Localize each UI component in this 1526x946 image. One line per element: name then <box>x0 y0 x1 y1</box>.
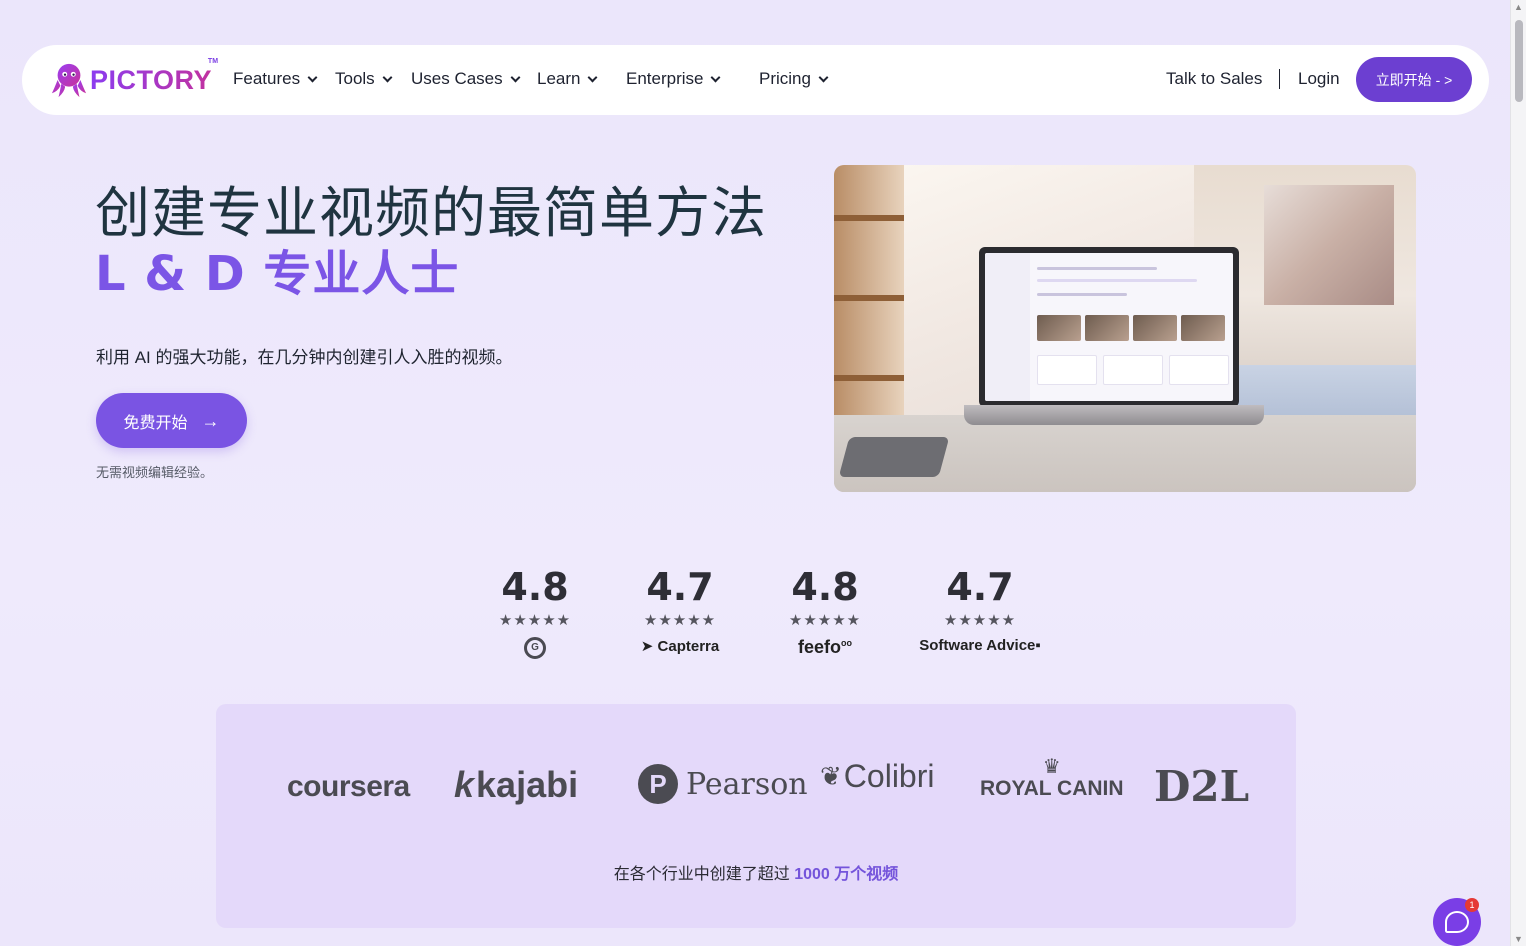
talk-to-sales-link[interactable]: Talk to Sales <box>1166 69 1262 89</box>
royal-canin-label: ROYAL CANIN <box>980 777 1124 800</box>
hero-subtitle: L & D 专业人士 <box>95 246 460 302</box>
page-scrollbar[interactable]: ▲ ▼ <box>1510 0 1526 946</box>
royal-canin-logo: ♛ ROYAL CANIN <box>980 754 1124 801</box>
logo-wordmark: PICTORY <box>90 64 213 95</box>
capterra-label: Capterra <box>657 638 720 655</box>
start-free-button[interactable]: 免费开始 → <box>96 393 247 448</box>
nav-tools[interactable]: Tools <box>335 69 393 89</box>
feefo-logo-icon: feefooo <box>797 637 852 657</box>
nav-tools-label: Tools <box>335 69 375 88</box>
colibri-logo: ❦ Colibri <box>820 758 934 795</box>
videos-created-caption: 在各个行业中创建了超过 1000 万个视频 <box>216 860 1296 884</box>
star-rating-icon: ★★★★★ <box>643 612 717 629</box>
pearson-p-icon: P <box>638 764 678 804</box>
rating-score: 4.8 <box>791 565 859 609</box>
scroll-down-icon[interactable]: ▼ <box>1514 934 1523 944</box>
chevron-down-icon <box>588 72 598 83</box>
nav-use-cases-label: Uses Cases <box>411 69 503 88</box>
nav-learn[interactable]: Learn <box>537 69 598 89</box>
coursera-logo: coursera <box>287 770 410 803</box>
star-rating-icon: ★★★★★ <box>498 612 572 629</box>
kajabi-label: kajabi <box>476 764 579 805</box>
chevron-down-icon <box>711 72 721 83</box>
pictory-logo[interactable]: PICTORY TM <box>50 58 218 100</box>
feefo-label: feefo <box>797 637 841 657</box>
customer-logos-panel: coursera k kajabi P Pearson ❦ Colibri ♛ … <box>216 704 1296 928</box>
software-advice-label: Software Advice <box>919 637 1036 654</box>
top-navigation: PICTORY TM Features Tools Uses Cases Lea… <box>22 45 1489 115</box>
nav-features[interactable]: Features <box>233 69 318 89</box>
rating-g2[interactable]: 4.8 ★★★★★ G <box>475 565 595 659</box>
crown-icon: ♛ <box>1042 756 1061 778</box>
rating-feefo[interactable]: 4.8 ★★★★★ feefooo <box>765 565 885 658</box>
nav-divider <box>1279 69 1280 89</box>
software-advice-logo-icon: Software Advice▪ <box>919 637 1041 654</box>
hero-laptop-image <box>834 165 1416 492</box>
hero-description: 利用 AI 的强大功能，在几分钟内创建引人入胜的视频。 <box>96 348 513 367</box>
colibri-label: Colibri <box>843 758 935 794</box>
notification-badge: 1 <box>1465 898 1479 912</box>
octopus-logo-icon <box>51 63 87 98</box>
nav-use-cases[interactable]: Uses Cases <box>411 69 521 89</box>
g2-logo-icon: G <box>475 637 595 659</box>
chevron-down-icon <box>818 72 829 83</box>
rating-score: 4.8 <box>501 565 569 609</box>
chat-bubble-icon <box>1445 911 1469 933</box>
wall-art <box>1264 185 1394 305</box>
phone-on-desk <box>838 437 950 477</box>
scroll-up-icon[interactable]: ▲ <box>1514 2 1523 12</box>
rating-score: 4.7 <box>946 565 1014 609</box>
caption-prefix: 在各个行业中创建了超过 <box>613 866 795 883</box>
hero-note: 无需视频编辑经验。 <box>96 465 214 480</box>
rating-capterra[interactable]: 4.7 ★★★★★ ➤ Capterra <box>620 565 740 655</box>
pearson-logo: P Pearson <box>638 764 808 804</box>
capterra-logo-icon: ➤ Capterra <box>640 638 720 655</box>
laptop-screen <box>979 247 1239 407</box>
nav-pricing-label: Pricing <box>759 69 811 88</box>
kajabi-logo: k kajabi <box>454 764 578 806</box>
nav-enterprise-label: Enterprise <box>626 69 704 88</box>
nav-learn-label: Learn <box>537 69 581 88</box>
start-free-label: 免费开始 <box>123 414 188 432</box>
laptop-base <box>964 405 1264 425</box>
get-started-button[interactable]: 立即开始 - > <box>1356 57 1472 102</box>
kajabi-k-icon: k <box>454 764 475 805</box>
rating-score: 4.7 <box>646 565 714 609</box>
chevron-down-icon <box>510 72 521 83</box>
star-rating-icon: ★★★★★ <box>788 612 862 629</box>
nav-pricing[interactable]: Pricing <box>759 69 829 89</box>
star-rating-icon: ★★★★★ <box>943 612 1017 629</box>
hummingbird-icon: ❦ <box>820 761 842 791</box>
nav-features-label: Features <box>233 69 301 88</box>
chat-widget-button[interactable]: 1 <box>1433 898 1481 946</box>
scrollbar-thumb[interactable] <box>1515 20 1523 102</box>
chevron-down-icon <box>307 72 318 83</box>
nav-enterprise[interactable]: Enterprise <box>626 69 721 89</box>
pearson-label: Pearson <box>686 766 808 802</box>
rating-software-advice[interactable]: 4.7 ★★★★★ Software Advice▪ <box>910 565 1050 654</box>
trademark-mark: TM <box>207 58 219 65</box>
arrow-right-icon: → <box>201 410 220 431</box>
chevron-down-icon <box>382 72 393 83</box>
caption-highlight: 1000 万个视频 <box>794 866 899 883</box>
login-link[interactable]: Login <box>1298 69 1340 89</box>
bookshelf <box>834 165 904 435</box>
d2l-logo: D2L <box>1154 762 1250 811</box>
